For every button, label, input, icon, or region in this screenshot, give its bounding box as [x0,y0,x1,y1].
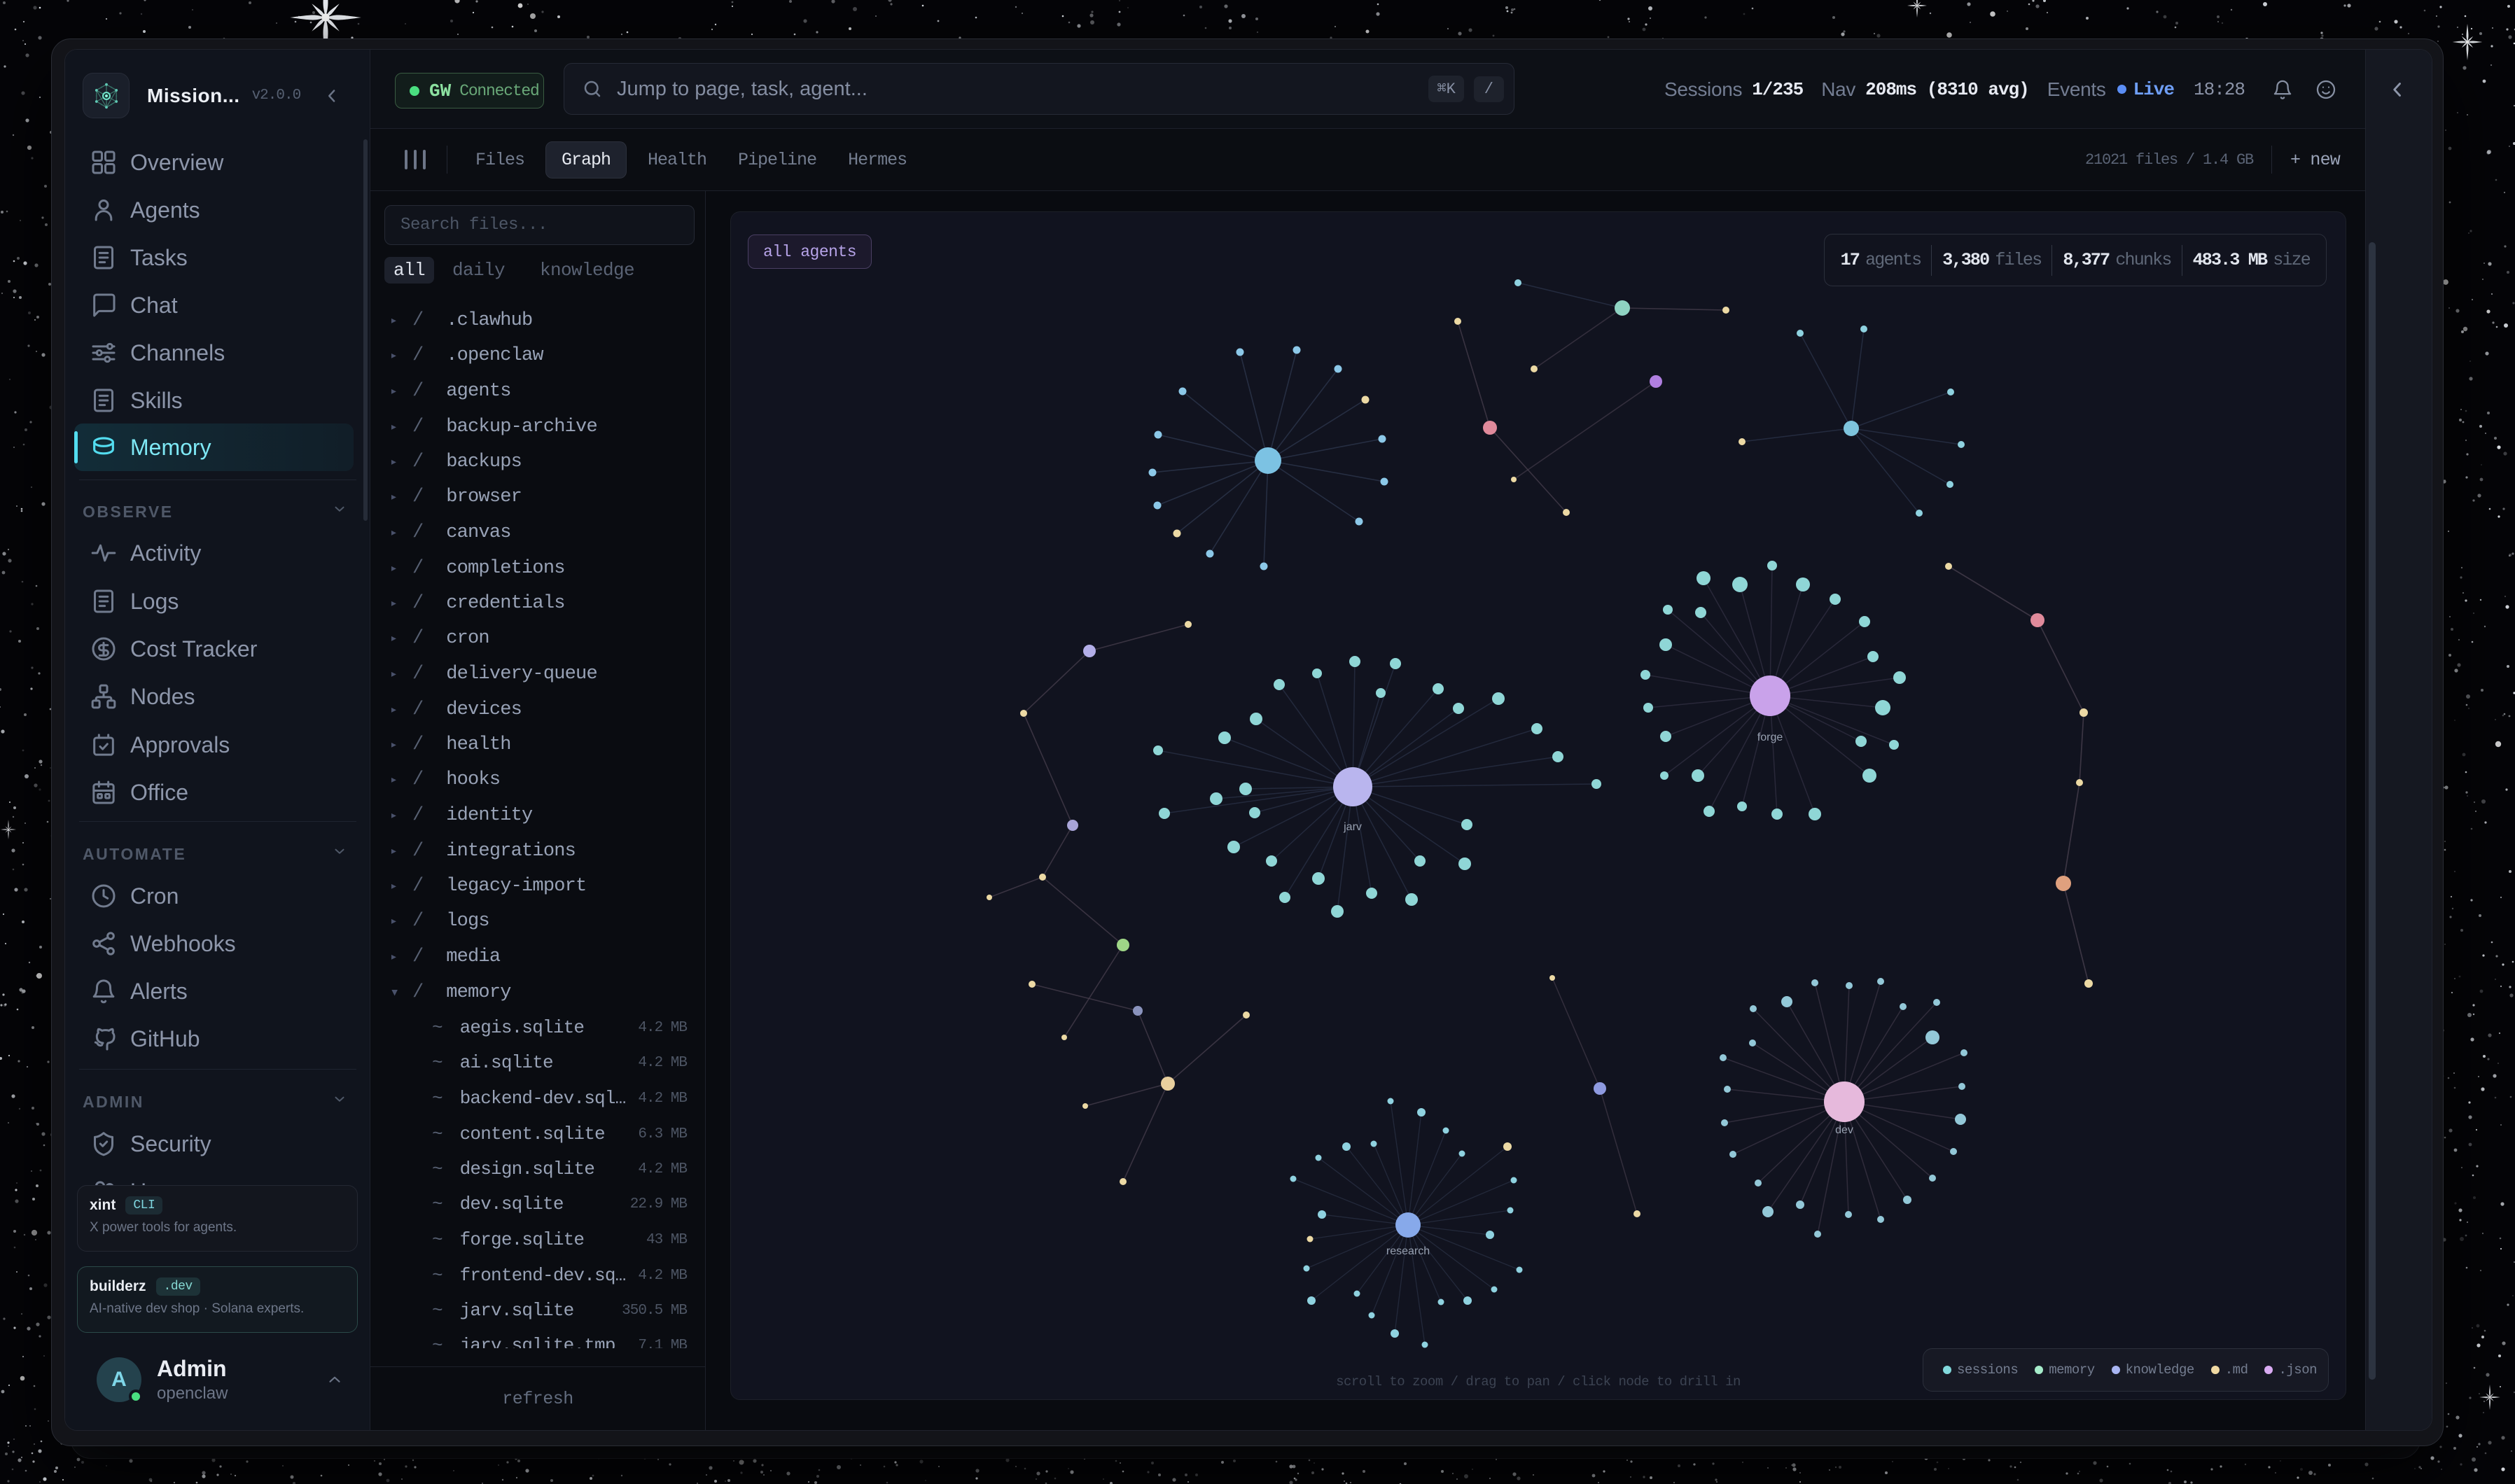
svg-text:forge: forge [1757,732,1783,743]
svg-text:dev: dev [1835,1124,1853,1136]
svg-text:research: research [1386,1245,1430,1257]
svg-text:jarv: jarv [1343,821,1362,833]
